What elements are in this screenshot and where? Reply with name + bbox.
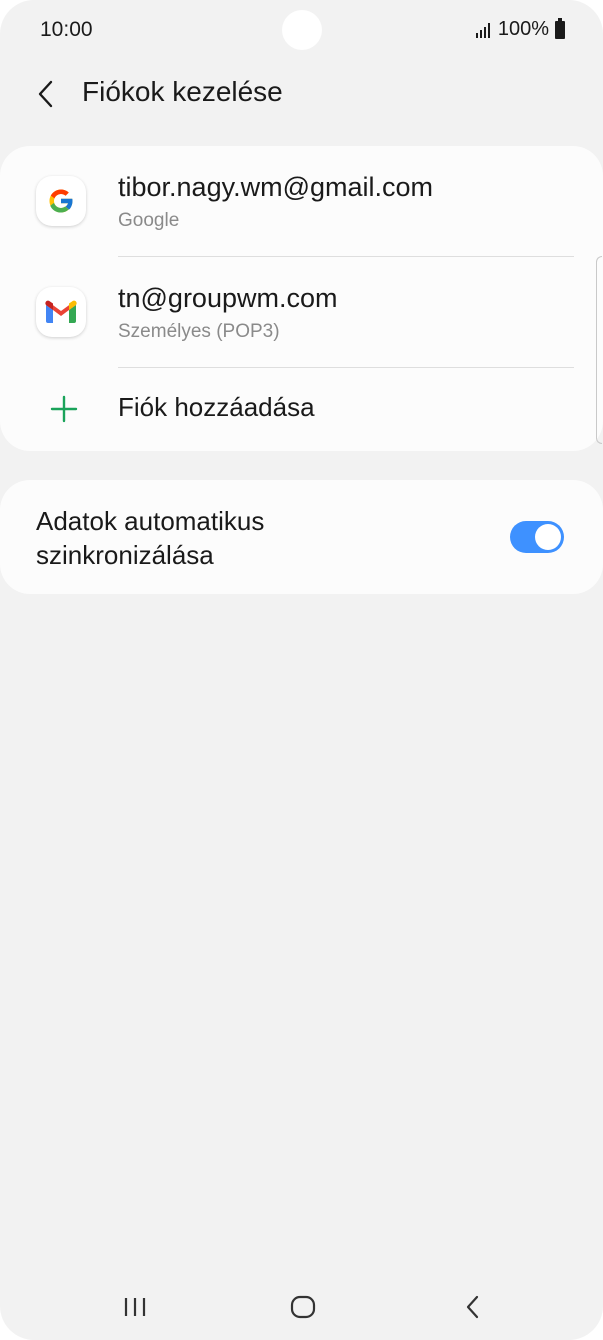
sync-label-line1: Adatok automatikus [36, 506, 265, 536]
sync-label-line2: szinkronizálása [36, 540, 214, 570]
signal-icon [475, 22, 490, 38]
add-account-label: Fiók hozzáadása [118, 392, 315, 422]
battery-percent: 100% [497, 18, 549, 40]
navigation-bar [0, 1270, 603, 1340]
page-title: Fiókok kezelése [82, 76, 283, 107]
account-type: Személyes (POP3) [118, 321, 280, 342]
nav-back-button[interactable] [448, 1290, 498, 1324]
back-button[interactable] [28, 74, 64, 114]
recents-icon [124, 1298, 146, 1316]
account-type: Google [118, 210, 180, 231]
screen: 10:00 100% Fiókok kezelése tibor.nagy.wm… [0, 0, 603, 1340]
recents-button[interactable] [110, 1290, 160, 1324]
gmail-icon [36, 287, 86, 337]
account-row-google[interactable]: tibor.nagy.wm@gmail.com Google [0, 146, 603, 256]
header: Fiókok kezelése [0, 62, 603, 126]
battery-icon [555, 17, 565, 39]
back-icon [466, 1295, 479, 1319]
sync-label: Adatok automatikus szinkronizálása [36, 504, 436, 572]
plus-icon [50, 395, 78, 423]
home-icon [290, 1295, 316, 1319]
toggle-knob [535, 524, 561, 550]
account-email: tn@groupwm.com [118, 283, 338, 313]
auto-sync-toggle[interactable] [510, 521, 564, 553]
scrollbar[interactable] [596, 256, 602, 444]
status-indicators: 100% [475, 17, 565, 41]
camera-cutout [282, 10, 322, 50]
account-email: tibor.nagy.wm@gmail.com [118, 172, 434, 202]
status-time: 10:00 [40, 18, 93, 41]
home-button[interactable] [278, 1290, 328, 1324]
sync-card: Adatok automatikus szinkronizálása [0, 480, 603, 594]
google-icon [36, 176, 86, 226]
status-bar: 10:00 100% [0, 0, 603, 60]
account-row-pop3[interactable]: tn@groupwm.com Személyes (POP3) [0, 257, 603, 367]
accounts-card: tibor.nagy.wm@gmail.com Google tn@groupw… [0, 146, 603, 451]
chevron-left-icon [38, 80, 53, 108]
add-account-button[interactable]: Fiók hozzáadása [0, 368, 603, 450]
